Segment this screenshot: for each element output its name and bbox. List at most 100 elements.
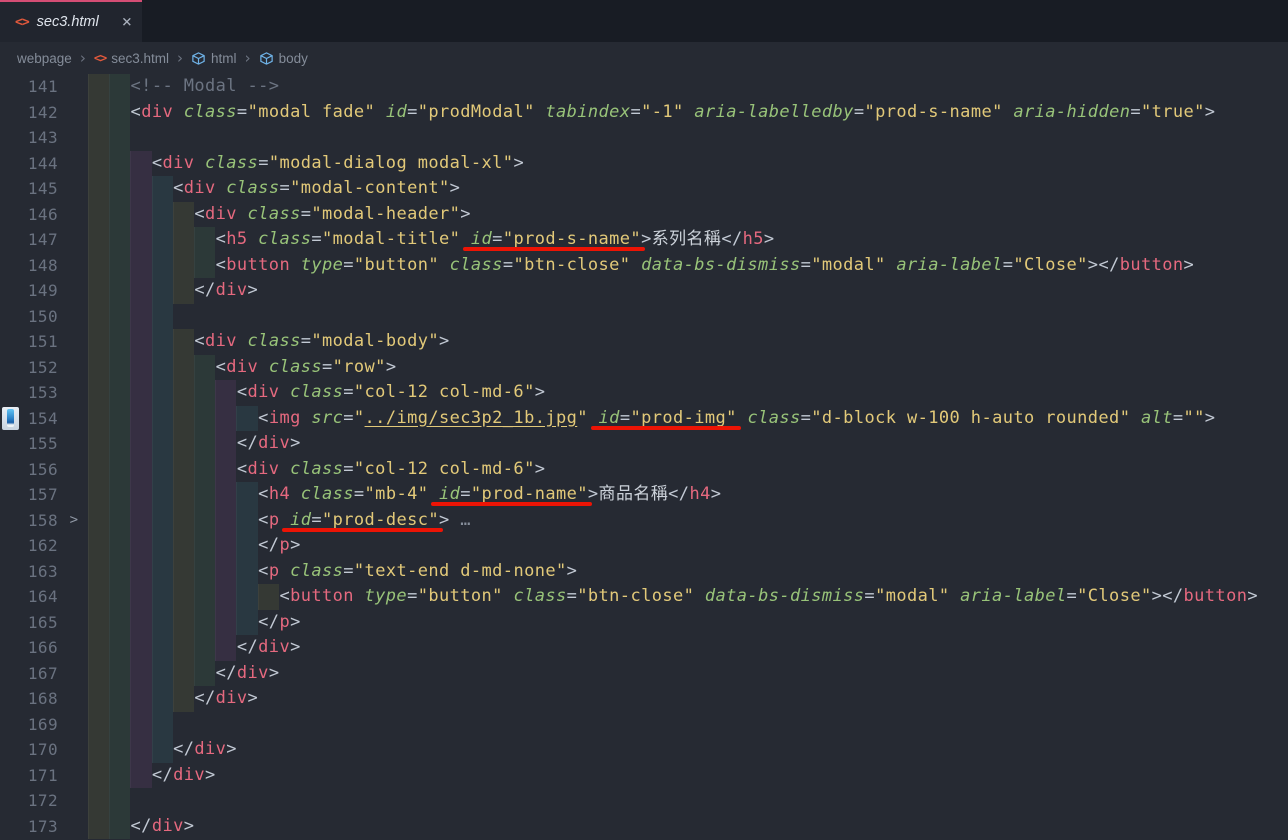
code-content[interactable]: <p class="text-end d-md-none"> <box>88 559 1288 585</box>
red-annotation-underline: id="prod-img" <box>599 408 737 428</box>
fold-chevron-icon[interactable]: > <box>60 508 88 534</box>
symbol-cube-icon <box>259 51 274 66</box>
code-token: "d-block w-100 h-auto rounded" <box>811 408 1141 428</box>
code-token: </ <box>1098 255 1119 275</box>
code-content[interactable]: </p> <box>88 610 1288 636</box>
breadcrumb-item-sec3-html[interactable]: <> sec3.html <box>94 51 169 66</box>
gutter-margin <box>0 278 22 304</box>
fold-gutter <box>60 610 88 636</box>
gutter-margin <box>0 151 22 177</box>
code-content[interactable]: <p id="prod-desc"> … <box>88 508 1288 534</box>
line-number: 153 <box>22 380 60 406</box>
line-number: 146 <box>22 202 60 228</box>
code-token: class <box>269 357 322 377</box>
code-content[interactable]: <div class="modal-header"> <box>88 202 1288 228</box>
code-text: <button type="button" class="btn-close" … <box>88 586 1258 606</box>
code-content[interactable]: <!-- Modal --> <box>88 74 1288 100</box>
gutter-margin <box>0 406 22 432</box>
code-content[interactable]: <div class="col-12 col-md-6"> <box>88 380 1288 406</box>
code-token: div <box>205 204 248 224</box>
link-string[interactable]: ../img/sec3p2_1b.jpg <box>365 408 578 428</box>
code-content[interactable]: <div class="modal-body"> <box>88 329 1288 355</box>
code-content[interactable]: <div class="modal-dialog modal-xl"> <box>88 151 1288 177</box>
code-token: < <box>216 229 227 249</box>
gutter-margin <box>0 253 22 279</box>
code-content[interactable]: <button type="button" class="btn-close" … <box>88 584 1288 610</box>
code-token: </ <box>258 535 279 555</box>
gutter-margin <box>0 661 22 687</box>
code-token: </ <box>721 229 742 249</box>
breadcrumb-item-webpage[interactable]: webpage <box>17 51 72 66</box>
code-token: <!-- Modal --> <box>131 76 280 96</box>
code-token: > <box>764 229 775 249</box>
code-content[interactable]: <div class="col-12 col-md-6"> <box>88 457 1288 483</box>
code-content[interactable]: <h4 class="mb-4" id="prod-name">商品名稱</h4… <box>88 482 1288 508</box>
code-content[interactable]: </div> <box>88 737 1288 763</box>
red-annotation-underline: id="prod-desc" <box>290 510 439 530</box>
code-content[interactable]: </div> <box>88 635 1288 661</box>
gutter-margin <box>0 431 22 457</box>
code-token: class <box>248 331 301 351</box>
fold-gutter <box>60 482 88 508</box>
code-text: </div> <box>88 765 216 785</box>
gutter-margin <box>0 355 22 381</box>
code-token: "row" <box>333 357 386 377</box>
code-content[interactable]: </p> <box>88 533 1288 559</box>
code-content[interactable]: </div> <box>88 686 1288 712</box>
code-line-148: 148 <button type="button" class="btn-clo… <box>0 253 1288 279</box>
code-token: = <box>1130 102 1141 122</box>
fold-gutter <box>60 176 88 202</box>
code-content[interactable]: <button type="button" class="btn-close" … <box>88 253 1288 279</box>
code-token: type <box>365 586 408 606</box>
code-content[interactable]: </div> <box>88 431 1288 457</box>
code-content[interactable]: </div> <box>88 763 1288 789</box>
code-text: <div class="modal-header"> <box>88 204 471 224</box>
fold-gutter <box>60 661 88 687</box>
code-token: > <box>1184 255 1195 275</box>
code-content[interactable] <box>88 712 1288 738</box>
fold-gutter <box>60 278 88 304</box>
code-text: </p> <box>88 535 301 555</box>
code-content[interactable]: <img src="../img/sec3p2_1b.jpg" id="prod… <box>88 406 1288 432</box>
fold-gutter <box>60 635 88 661</box>
gutter-margin <box>0 176 22 202</box>
gutter-margin <box>0 584 22 610</box>
code-token: > <box>269 663 280 683</box>
code-line-150: 150 <box>0 304 1288 330</box>
code-token: … <box>450 510 471 530</box>
code-line-158: 158> <p id="prod-desc"> … <box>0 508 1288 534</box>
code-content[interactable]: <div class="modal-content"> <box>88 176 1288 202</box>
code-text: <div class="modal-content"> <box>88 178 460 198</box>
code-content[interactable] <box>88 304 1288 330</box>
code-content[interactable] <box>88 125 1288 151</box>
code-token: "button" <box>418 586 514 606</box>
code-content[interactable]: </div> <box>88 278 1288 304</box>
breadcrumb-item-html[interactable]: html <box>191 51 237 66</box>
code-content[interactable]: <h5 class="modal-title" id="prod-s-name"… <box>88 227 1288 253</box>
code-token: > <box>513 153 524 173</box>
breadcrumb-label: webpage <box>17 51 72 66</box>
code-content[interactable]: </div> <box>88 661 1288 687</box>
code-content[interactable]: </div> <box>88 814 1288 840</box>
code-token: > <box>439 331 450 351</box>
code-token: type <box>301 255 344 275</box>
code-line-145: 145 <div class="modal-content"> <box>0 176 1288 202</box>
code-token: </ <box>237 433 258 453</box>
code-token: < <box>237 459 248 479</box>
code-token: < <box>131 102 142 122</box>
tab-close-icon[interactable]: × <box>122 14 132 31</box>
code-text: <h4 class="mb-4" id="prod-name">商品名稱</h4… <box>88 484 721 504</box>
code-token: class <box>184 102 237 122</box>
breadcrumb-item-body[interactable]: body <box>259 51 308 66</box>
code-token: div <box>216 688 248 708</box>
tab-sec3-html[interactable]: <> sec3.html × <box>0 0 142 42</box>
code-token: = <box>301 331 312 351</box>
code-content[interactable]: <div class="row"> <box>88 355 1288 381</box>
line-number: 168 <box>22 686 60 712</box>
code-content[interactable] <box>88 788 1288 814</box>
code-token: > <box>535 382 546 402</box>
code-token: > <box>641 229 652 249</box>
code-token: > <box>588 484 599 504</box>
code-token: "Close" <box>1077 586 1151 606</box>
code-content[interactable]: <div class="modal fade" id="prodModal" t… <box>88 100 1288 126</box>
